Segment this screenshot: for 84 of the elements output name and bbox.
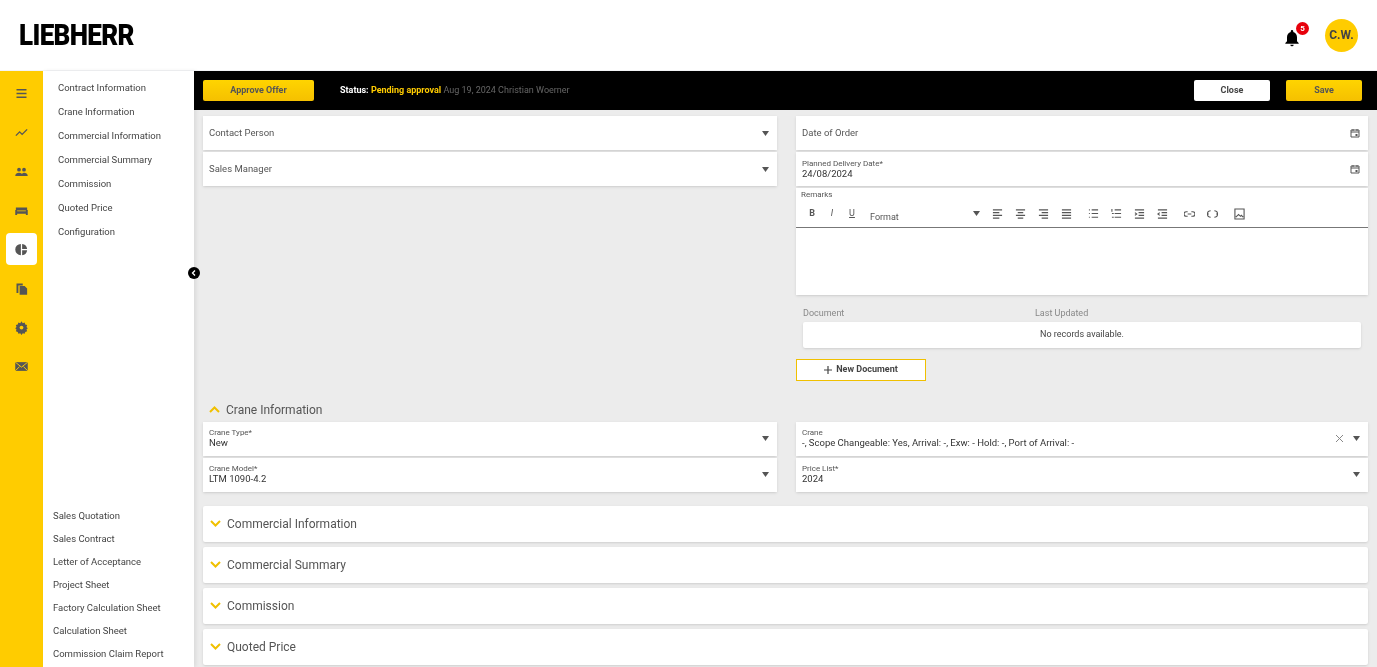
section-link[interactable]: Quoted Price (58, 199, 194, 217)
notification-button[interactable]: 5 (1282, 22, 1309, 48)
section-link[interactable]: Configuration (58, 223, 194, 241)
calendar-icon (1350, 164, 1360, 174)
field-label: Planned Delivery Date* (802, 158, 883, 168)
dropdown-caret-icon (762, 472, 769, 477)
document-link[interactable]: Letter of Acceptance (53, 553, 194, 571)
approve-button[interactable]: Approve Offer (203, 80, 314, 101)
section-link[interactable]: Commission (58, 175, 194, 193)
document-link[interactable]: Sales Quotation (53, 507, 194, 525)
bullet-list-icon[interactable] (1088, 207, 1099, 220)
field-label: Price List* (802, 464, 839, 473)
format-dropdown[interactable]: Format (868, 202, 980, 225)
remarks-editor[interactable]: Remarks B I U Format (796, 188, 1368, 295)
field-value: LTM 1090-4.2 (209, 473, 267, 485)
section-header[interactable]: Crane Information (203, 399, 1368, 420)
field-placeholder: Contact Person (209, 125, 275, 140)
plus-icon (824, 365, 833, 374)
document-link[interactable]: Project Sheet (53, 576, 194, 594)
unlink-icon[interactable] (1207, 207, 1218, 220)
field-placeholder: Sales Manager (209, 161, 272, 176)
clear-icon[interactable] (1336, 435, 1343, 442)
outdent-icon[interactable] (1157, 207, 1168, 220)
field-label: Crane Type* (209, 428, 253, 437)
dropdown-field[interactable]: Crane Model* LTM 1090-4.2 (203, 457, 777, 492)
collapse-handle-icon[interactable] (188, 267, 200, 279)
align-center-icon[interactable] (1015, 207, 1026, 220)
new-document-button[interactable]: New Document (796, 358, 926, 381)
field-placeholder: Date of Order (802, 125, 859, 140)
dropdown-field[interactable]: Price List* 2024 (796, 457, 1368, 492)
dropdown-field[interactable]: Crane Type* New (203, 421, 777, 456)
section-link[interactable]: Contract Information (58, 79, 194, 97)
section-panel-header[interactable]: Quoted Price (203, 628, 1368, 665)
date-field[interactable]: Date of Order (796, 116, 1368, 150)
dropdown-caret-icon (973, 211, 980, 216)
empty-table-message: No records available. (1040, 327, 1124, 341)
section-panel-header[interactable]: Commission (203, 587, 1368, 624)
save-button[interactable]: Save (1286, 80, 1362, 101)
dropdown-caret-icon (762, 130, 769, 136)
dropdown-caret-icon (762, 166, 769, 172)
dropdown-caret-icon (1353, 436, 1360, 441)
calendar-icon (1350, 128, 1360, 138)
section-link[interactable]: Commercial Information (58, 127, 194, 145)
nav-item-selected[interactable] (6, 233, 37, 265)
section-panel-header[interactable]: Commercial Summary (203, 546, 1368, 583)
field-label: Remarks (800, 189, 833, 200)
document-link[interactable]: Sales Contract (53, 530, 194, 548)
indent-icon[interactable] (1134, 207, 1145, 220)
document-link[interactable]: Factory Calculation Sheet (53, 599, 194, 617)
section-link[interactable]: Crane Information (58, 103, 194, 121)
field-label: Crane (802, 428, 823, 437)
date-field[interactable]: Planned Delivery Date* 24/08/2024 (796, 152, 1368, 186)
align-left-icon[interactable] (992, 207, 1003, 220)
field-label: Crane Model* (209, 464, 258, 473)
user-avatar[interactable]: C.W. (1325, 18, 1358, 52)
document-link[interactable]: Commission Claim Report (53, 645, 194, 663)
format-button[interactable]: B (808, 206, 816, 221)
justify-icon[interactable] (1061, 207, 1072, 220)
dropdown-caret-icon (1353, 472, 1360, 477)
field-value: 24/08/2024 (802, 167, 853, 180)
column-header: Last Updated (1035, 307, 1089, 320)
field-value: 2024 (802, 473, 824, 485)
pie-chart-icon (14, 241, 29, 257)
align-right-icon[interactable] (1038, 207, 1049, 220)
notification-badge: 5 (1296, 22, 1309, 35)
dropdown-field[interactable]: Crane -, Scope Changeable: Yes, Arrival: -, Exw: - Hold: -, Port of Arrival: - (796, 421, 1368, 456)
bell-icon (1282, 28, 1302, 48)
status-text: Status: Pending approval Aug 19, 2024 Christian Woerner (340, 83, 570, 97)
dropdown-field[interactable]: Contact Person (203, 116, 777, 150)
brand-logo: LIEBHERR (19, 20, 134, 50)
column-header: Document (803, 307, 846, 320)
settings-icon (14, 319, 29, 335)
section-link[interactable]: Commercial Summary (58, 151, 194, 169)
field-value: New (209, 437, 228, 449)
dropdown-caret-icon (762, 436, 769, 441)
section-panel-header[interactable]: Commercial Information (203, 505, 1368, 542)
format-button[interactable]: U (848, 206, 856, 221)
close-button[interactable]: Close (1194, 80, 1270, 101)
image-icon[interactable] (1234, 207, 1245, 220)
field-value: -, Scope Changeable: Yes, Arrival: -, Exw: - Hold: -, Port of Arrival: - (802, 437, 1075, 449)
document-link[interactable]: Calculation Sheet (53, 622, 194, 640)
numbered-list-icon[interactable] (1111, 207, 1122, 220)
dropdown-field[interactable]: Sales Manager (203, 152, 777, 186)
format-button[interactable]: I (828, 206, 836, 221)
